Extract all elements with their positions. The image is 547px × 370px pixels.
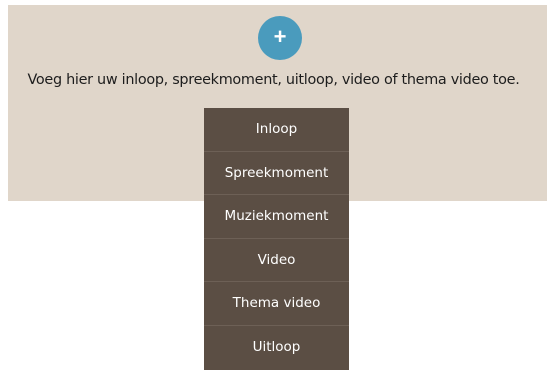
- menu-item-video[interactable]: Video: [204, 239, 349, 282]
- menu-item-muziekmoment[interactable]: Muziekmoment: [204, 195, 349, 239]
- add-button[interactable]: +: [258, 16, 302, 60]
- add-prompt-text: Voeg hier uw inloop, spreekmoment, uitlo…: [27, 72, 520, 88]
- plus-icon: +: [273, 24, 287, 49]
- menu-item-uitloop[interactable]: Uitloop: [204, 326, 349, 370]
- add-item-dropdown-menu: Inloop Spreekmoment Muziekmoment Video T…: [204, 108, 349, 370]
- menu-item-thema-video[interactable]: Thema video: [204, 282, 349, 326]
- menu-item-spreekmoment[interactable]: Spreekmoment: [204, 152, 349, 195]
- menu-item-inloop[interactable]: Inloop: [204, 108, 349, 152]
